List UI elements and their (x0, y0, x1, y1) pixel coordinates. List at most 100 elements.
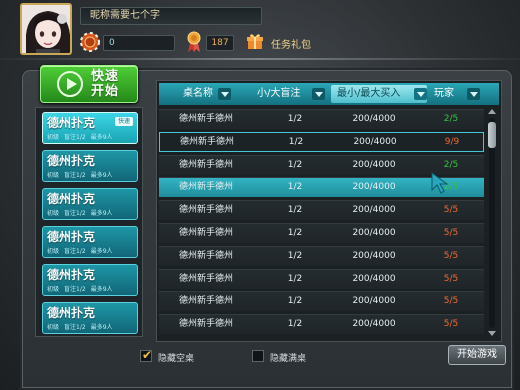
cell-name: 德州新手德州 (179, 250, 234, 261)
column-label: 玩家 (434, 88, 454, 99)
check-icon: ✔ (142, 348, 153, 362)
table-row[interactable]: 德州新手德州 1/2 200/4000 5/5 (159, 200, 484, 221)
room-level: 初级 (47, 286, 60, 293)
table-row[interactable]: 德州新手德州 1/2 200/4000 5/5 (159, 223, 484, 243)
room-title: 德州扑克 (47, 154, 96, 168)
room-title: 德州扑克 (47, 268, 96, 282)
room-meta: 初级 盲注1/2 最多9人 (47, 208, 135, 217)
room-meta: 初级 盲注1/2 最多9人 (47, 132, 135, 141)
room-blind: 盲注1/2 (64, 286, 86, 293)
cell-blind: 1/2 (287, 250, 303, 261)
room-card[interactable]: 德州扑克初级 盲注1/2 最多9人 快速 (42, 112, 138, 144)
cell-name: 德州新手德州 (179, 182, 234, 193)
hide-empty-checkbox[interactable]: ✔ (140, 348, 153, 362)
cell-buyin: 200/4000 (353, 136, 397, 147)
room-quick-badge: 快速 (114, 117, 133, 126)
room-blind: 盲注1/2 (64, 324, 86, 331)
cell-name: 德州新手德州 (179, 296, 234, 307)
room-list: 德州扑克 初级 盲注1/2 最多9人 快速 德州扑克 初级 盲注1/2 最多9人 德州扑克 初级 盲注… (35, 107, 143, 337)
play-icon (57, 71, 83, 97)
table-list: 桌名称 小/大盲注 最小/最大买入 玩家 德州新手德州 1/2 200/4000 2/… (156, 80, 502, 342)
table-scrollbar[interactable] (487, 108, 497, 338)
footer: ✔ 隐藏空桌 隐藏满桌 开始游戏 (22, 342, 512, 388)
column-header-blinds[interactable]: 小/大盲注 (255, 85, 325, 103)
nickname: 昵称需要七个字 (80, 7, 262, 25)
scroll-down-icon[interactable] (488, 330, 496, 338)
cell-blind: 1/2 (287, 205, 303, 216)
room-max: 最多9人 (90, 210, 113, 217)
room-card[interactable]: 德州扑克 初级 盲注1/2 最多9人 (42, 188, 138, 220)
medal-count: 187 (206, 35, 234, 51)
column-header-players[interactable]: 玩家 (432, 85, 480, 103)
room-max: 最多9人 (90, 134, 113, 141)
scroll-up-icon[interactable] (488, 108, 496, 116)
sort-arrow-icon (414, 88, 427, 100)
room-card[interactable]: 德州扑克 初级 盲注1/2 最多9人 (42, 264, 138, 296)
scroll-track[interactable] (489, 118, 495, 328)
table-row[interactable]: 德州新手德州 1/2 200/4000 5/5 (159, 268, 484, 289)
room-level: 初级 (47, 172, 60, 179)
room-card[interactable]: 德州扑克初级 盲注1/2 最多9人 (42, 226, 138, 258)
room-max: 最多9人 (90, 324, 113, 331)
column-header-buyin[interactable]: 最小/最大买入 (331, 85, 427, 103)
cell-blind: 1/2 (287, 182, 303, 193)
chip-icon (80, 32, 100, 52)
task-gift-link[interactable]: 任务礼包 (271, 36, 311, 51)
table-row[interactable]: 德州新手德州 1/2 200/4000 5/5 (159, 291, 484, 312)
cell-players: 5/5 (443, 228, 459, 238)
cell-buyin: 200/4000 (352, 273, 396, 284)
table-header: 桌名称 小/大盲注 最小/最大买入 玩家 (159, 83, 499, 105)
hide-full-checkbox[interactable] (252, 350, 264, 362)
header-divider (0, 58, 520, 60)
room-title: 德州扑克 (47, 230, 96, 244)
cell-buyin: 200/4000 (352, 159, 396, 170)
table-row[interactable]: 德州新手德州 1/2 200/4000 9/9 (159, 131, 484, 152)
cell-buyin: 200/4000 (352, 182, 396, 193)
room-meta: 初级 盲注1/2 最多9人 (47, 322, 135, 331)
chip-balance: 0 (103, 35, 175, 51)
cell-name: 德州新手德州 (179, 205, 234, 216)
gift-icon[interactable] (246, 32, 264, 50)
cell-buyin: 200/4000 (352, 114, 396, 124)
cell-players: 5/5 (443, 273, 459, 284)
room-blind: 盲注1/2 (64, 172, 86, 179)
cell-buyin: 200/4000 (352, 296, 396, 307)
cell-blind: 1/2 (287, 114, 303, 124)
cell-name: 德州新手德州 (179, 228, 234, 238)
cell-blind: 1/2 (287, 319, 303, 330)
quick-start-button[interactable]: 快速 开始 (40, 65, 138, 103)
room-title: 德州扑克 (47, 116, 96, 130)
cell-players: 5/5 (443, 296, 459, 307)
medal-icon (186, 31, 202, 53)
table-row[interactable]: 德州新手德州 1/2 200/4000 5/5 (159, 245, 484, 266)
column-header-table-name[interactable]: 桌名称 (161, 85, 231, 103)
column-label: 小/大盲注 (257, 88, 301, 99)
room-meta: 初级 盲注1/2 最多9人 (47, 170, 135, 179)
room-card[interactable]: 德州扑克初级 盲注1/2 最多9人 (42, 150, 138, 182)
mouse-cursor-icon (430, 172, 450, 194)
sort-arrow-icon (218, 88, 231, 100)
table-row[interactable]: 德州新手德州 1/2 200/4000 5/5 (159, 314, 484, 335)
cell-blind: 1/2 (287, 159, 303, 170)
cell-blind: 1/2 (287, 228, 303, 238)
hide-empty-label: 隐藏空桌 (158, 354, 195, 364)
avatar[interactable] (20, 3, 72, 55)
start-game-button[interactable]: 开始游戏 (448, 345, 506, 365)
quick-start-label: 快速 开始 (91, 69, 120, 99)
sort-arrow-icon (312, 88, 325, 100)
cell-blind: 1/2 (287, 273, 303, 284)
cell-blind: 1/2 (287, 296, 303, 307)
cell-buyin: 200/4000 (352, 228, 396, 238)
room-max: 最多9人 (90, 172, 113, 179)
room-blind: 盲注1/2 (64, 210, 86, 217)
scroll-thumb[interactable] (488, 122, 496, 148)
room-card[interactable]: 德州扑克 初级 盲注1/2 最多9人 (42, 302, 138, 334)
cell-name: 德州新手德州 (179, 159, 234, 170)
room-meta: 初级 盲注1/2 最多9人 (47, 246, 135, 255)
cell-players: 5/5 (443, 250, 459, 261)
cell-name: 德州新手德州 (180, 136, 235, 147)
room-blind: 盲注1/2 (64, 248, 86, 255)
cell-name: 德州新手德州 (179, 273, 234, 284)
room-level: 初级 (47, 210, 60, 217)
table-row[interactable]: 德州新手德州 1/2 200/4000 2/5 (159, 109, 484, 129)
